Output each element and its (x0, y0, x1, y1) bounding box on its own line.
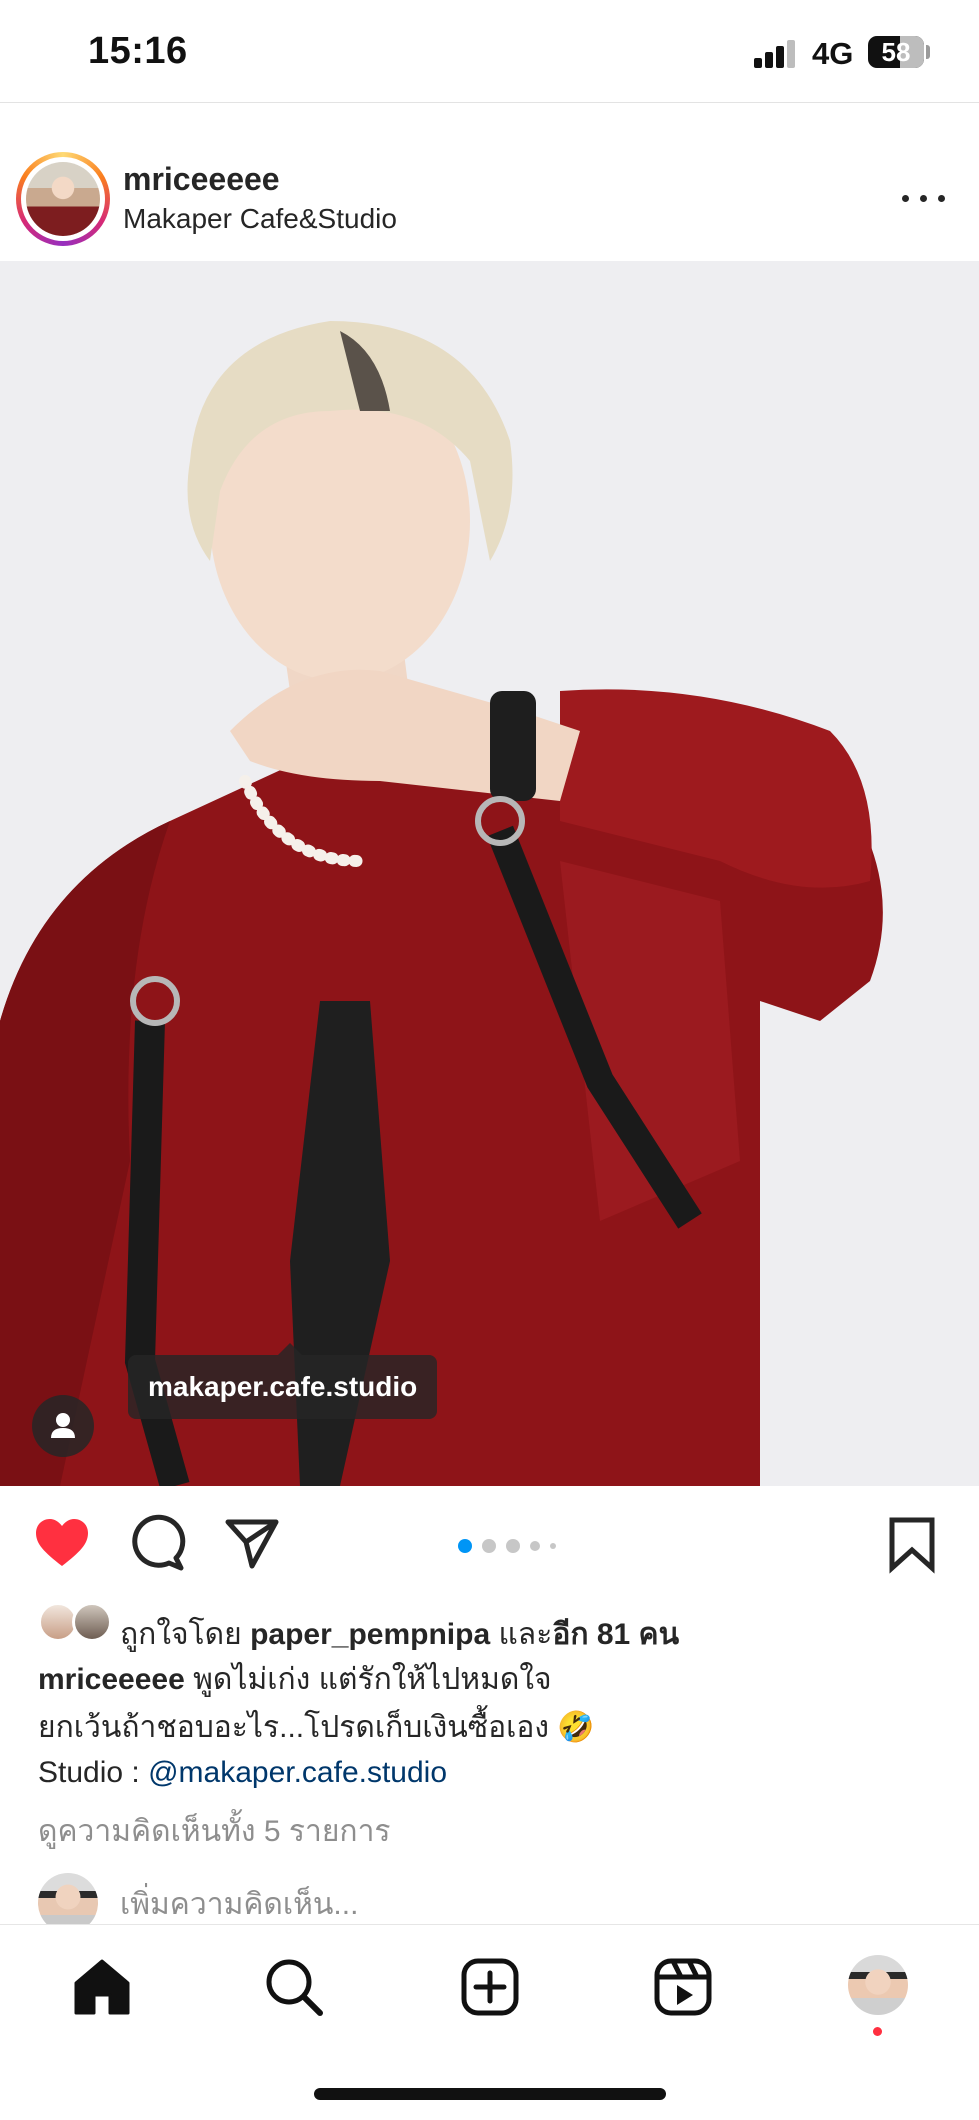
post-header: mriceeeee Makaper Cafe&Studio (0, 103, 979, 261)
avatar (26, 162, 100, 236)
comment-icon[interactable] (128, 1514, 188, 1574)
caption-line-3: Studio : @makaper.cafe.studio (38, 1749, 447, 1797)
more-options-icon[interactable] (900, 183, 950, 213)
caption-mention[interactable]: @makaper.cafe.studio (148, 1756, 447, 1789)
profile-avatar-tab[interactable] (848, 1955, 908, 2015)
story-ring-avatar[interactable] (16, 152, 110, 246)
caption-line-1: mriceeeee พูดไม่เก่ง แต่รักให้ไปหมดใจ (38, 1656, 552, 1704)
avatar-inner (21, 157, 105, 241)
search-icon[interactable] (262, 1955, 326, 2019)
caption-text-1: พูดไม่เก่ง แต่รักให้ไปหมดใจ (184, 1663, 552, 1696)
post-location[interactable]: Makaper Cafe&Studio (123, 203, 397, 235)
status-bar: 15:16 4G 58 (0, 0, 979, 102)
notification-dot (873, 2027, 882, 2036)
post-username[interactable]: mriceeeee (123, 161, 280, 198)
add-comment-row[interactable]: เพิ่มความคิดเห็น... (0, 1873, 979, 1933)
tagged-users-button[interactable] (32, 1395, 94, 1457)
post-photo[interactable]: makaper.cafe.studio (0, 261, 979, 1486)
heart-icon[interactable] (32, 1514, 92, 1574)
signal-strength-icon (754, 38, 800, 68)
carousel-dot (530, 1541, 540, 1551)
liker-avatar (72, 1602, 112, 1642)
battery-icon: 58 (868, 36, 924, 68)
caption-studio-label: Studio : (38, 1756, 149, 1789)
first-liker[interactable]: paper_pempnipa (250, 1618, 490, 1651)
caption-line-2: ยกเว้นถ้าชอบอะไร...โปรดเก็บเงินซื้อเอง 🤣 (38, 1711, 595, 1744)
plus-square-icon[interactable] (458, 1955, 522, 2019)
battery-percent: 58 (881, 37, 911, 67)
network-type: 4G (812, 36, 854, 71)
bookmark-icon[interactable] (882, 1514, 942, 1574)
likes-summary[interactable]: ถูกใจโดย paper_pempnipa และอีก 81 คน (120, 1611, 679, 1658)
battery-cap (926, 45, 930, 59)
post-photo-illustration (0, 261, 979, 1486)
home-indicator (314, 2088, 666, 2100)
add-comment-input[interactable]: เพิ่มความคิดเห็น... (120, 1881, 358, 1928)
likes-others[interactable]: อีก 81 คน (552, 1618, 679, 1651)
carousel-dot (482, 1539, 496, 1553)
view-all-comments-link[interactable]: ดูความคิดเห็นทั้ง 5 รายการ (38, 1808, 391, 1855)
carousel-dot (458, 1539, 472, 1553)
status-time: 15:16 (88, 30, 188, 72)
caption-username[interactable]: mriceeeee (38, 1663, 185, 1696)
photo-tag-label[interactable]: makaper.cafe.studio (128, 1343, 438, 1419)
carousel-dot (506, 1539, 520, 1553)
likes-prefix: ถูกใจโดย (120, 1618, 251, 1651)
person-icon (51, 1413, 75, 1438)
carousel-dot (550, 1543, 556, 1549)
reels-icon[interactable] (651, 1955, 715, 2019)
likes-middle: และ (490, 1618, 553, 1651)
post-actions (0, 1486, 979, 1596)
send-icon[interactable] (222, 1514, 282, 1574)
home-icon[interactable] (70, 1955, 134, 2019)
